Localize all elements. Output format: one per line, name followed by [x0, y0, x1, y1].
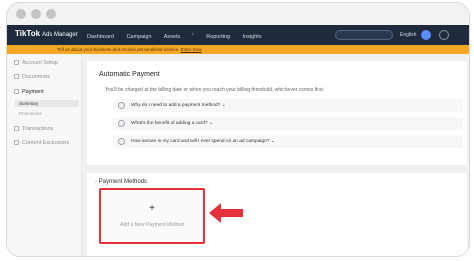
sidebar-subitem-promotions[interactable]: Promotions: [19, 111, 42, 116]
info-banner: Tell us about your business and receive …: [7, 45, 469, 54]
add-payment-method-label: Add a New Payment Method: [120, 222, 184, 228]
window-dot-icon[interactable]: [16, 9, 26, 19]
logo[interactable]: TikTok Ads Manager: [15, 29, 78, 38]
question-icon: [118, 138, 125, 145]
window-chrome: [7, 3, 469, 25]
nav-insights[interactable]: Insights: [243, 34, 262, 40]
sidebar-item-documents[interactable]: Documents: [14, 74, 50, 80]
chevron-down-icon: ⌄: [209, 120, 214, 126]
add-payment-method-button[interactable]: + Add a New Payment Method: [99, 188, 205, 244]
gear-icon: [14, 60, 19, 65]
section-title: Automatic Payment: [99, 71, 160, 78]
account-menu-icon[interactable]: [439, 30, 449, 40]
nav-campaign[interactable]: Campaign: [126, 34, 151, 40]
main-nav: Dashboard Campaign Assets• Reporting Ins…: [87, 31, 273, 40]
section-description: You'll be charged at the billing date or…: [105, 87, 325, 93]
list-icon: [14, 126, 19, 131]
automatic-payment-card: Automatic Payment You'll be charged at t…: [87, 61, 467, 165]
sidebar-item-content-exclusions[interactable]: Content Exclusions: [14, 140, 69, 146]
card-icon: [14, 89, 19, 94]
sidebar-subitem-summary[interactable]: Summary: [15, 100, 79, 107]
chevron-down-icon: ⌄: [221, 102, 226, 108]
faq-item[interactable]: What's the benefit of adding a card? ⌄: [113, 117, 463, 130]
browser-window: TikTok Ads Manager Dashboard Campaign Ass…: [6, 2, 470, 257]
question-icon: [118, 120, 125, 127]
window-dot-icon[interactable]: [31, 9, 41, 19]
sidebar-item-account-setup[interactable]: Account Setup: [14, 60, 58, 66]
faq-item[interactable]: Why do I need to add a payment method? ⌄: [113, 99, 463, 112]
plus-icon: +: [149, 203, 155, 214]
pointer-arrow-icon: [209, 203, 243, 223]
chevron-down-icon[interactable]: ›: [95, 179, 97, 185]
sidebar-item-transactions[interactable]: Transactions: [14, 126, 53, 132]
search-input[interactable]: [335, 30, 393, 40]
payment-methods-title: › Payment Methods: [95, 179, 148, 185]
language-selector[interactable]: English: [400, 32, 416, 38]
banner-text: Tell us about your business and receive …: [57, 47, 180, 52]
nav-dashboard[interactable]: Dashboard: [87, 34, 114, 40]
nav-assets[interactable]: Assets•: [164, 31, 194, 40]
sidebar: Account Setup Documents Payment Summary …: [7, 54, 82, 256]
brand-name: TikTok: [15, 29, 41, 38]
brand-subtitle: Ads Manager: [42, 32, 78, 38]
sidebar-item-payment[interactable]: Payment: [14, 89, 44, 95]
nav-reporting[interactable]: Reporting: [206, 34, 230, 40]
document-icon: [14, 74, 19, 79]
chevron-down-icon: ⌄: [270, 138, 275, 144]
window-dot-icon[interactable]: [46, 9, 56, 19]
avatar[interactable]: [421, 30, 431, 40]
question-icon: [118, 102, 125, 109]
top-nav-bar: TikTok Ads Manager Dashboard Campaign Ass…: [7, 25, 469, 45]
shield-icon: [14, 140, 19, 145]
faq-item[interactable]: How secure is my card and will I ever sp…: [113, 135, 463, 148]
banner-link[interactable]: Enter Now: [181, 47, 202, 52]
